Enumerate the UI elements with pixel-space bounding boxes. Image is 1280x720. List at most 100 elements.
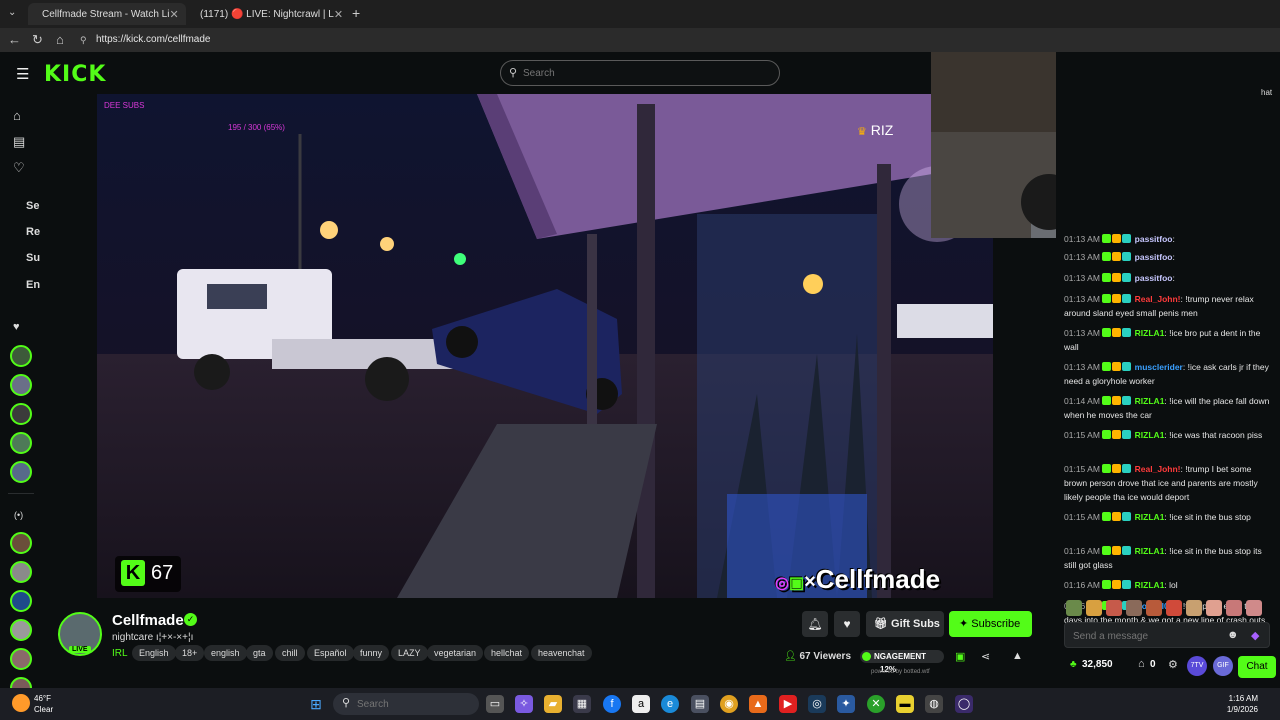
emote-icon[interactable] (1186, 600, 1202, 616)
share-icon[interactable]: ⋖ (981, 650, 990, 663)
chat-username[interactable]: passitfoo (1135, 234, 1173, 244)
taskbar-search-input[interactable] (357, 697, 467, 711)
channel-points-value[interactable]: 32,850 (1082, 659, 1113, 670)
microsoft-store-icon[interactable]: ▦ (573, 695, 591, 713)
youtube-icon[interactable]: ▶ (779, 695, 797, 713)
task-view-icon[interactable]: ▭ (486, 695, 504, 713)
followed-channel-avatar[interactable] (10, 374, 32, 396)
edge-browser-icon[interactable]: e (661, 695, 679, 713)
reload-icon[interactable]: ↻ (32, 32, 43, 48)
chat-send-button[interactable]: Chat (1238, 656, 1276, 678)
kick-logo[interactable]: KICK (44, 62, 106, 87)
bank-icon[interactable]: ⌂ (1138, 658, 1145, 670)
close-tab-icon[interactable]: ✕ (169, 8, 178, 21)
chat-message-input[interactable] (1073, 628, 1223, 644)
weather-widget[interactable]: 46°F Clear (34, 693, 53, 715)
emote-icon[interactable] (1086, 600, 1102, 616)
back-arrow-icon[interactable]: ← (8, 32, 21, 47)
tab-list-chevron-icon[interactable]: ⌄ (8, 7, 16, 18)
vlc-icon[interactable]: ▲ (749, 695, 767, 713)
recommended-channel-avatar[interactable] (10, 532, 32, 554)
search-box[interactable]: ⚲ (500, 60, 780, 86)
recommended-channel-avatar[interactable] (10, 619, 32, 641)
following-heart-icon[interactable]: ♡ (13, 160, 25, 176)
copilot-icon[interactable]: ✧ (515, 695, 533, 713)
chat-username[interactable]: Real_John! (1135, 464, 1181, 474)
stream-tag[interactable]: gta (246, 645, 273, 661)
hamburger-menu-icon[interactable]: ☰ (16, 65, 29, 83)
report-flag-icon[interactable]: ▲ (1012, 650, 1023, 662)
emote-icon[interactable] (1166, 600, 1182, 616)
xbox-icon[interactable]: ✕ (867, 695, 885, 713)
stream-tag[interactable]: 18+ (175, 645, 205, 661)
amazon-icon[interactable]: a (632, 695, 650, 713)
stream-tag[interactable]: vegetarian (427, 645, 484, 661)
stream-tag[interactable]: LAZY (391, 645, 428, 661)
tab-youtube[interactable]: (1171) 🔴 LIVE: Nightcrawl | L ✕ (186, 3, 344, 25)
emote-icon[interactable] (1206, 600, 1222, 616)
followed-channel-avatar[interactable] (10, 345, 32, 367)
facebook-icon[interactable]: f (603, 695, 621, 713)
stream-category-link[interactable]: IRL (112, 648, 128, 659)
recommended-channel-avatar[interactable] (10, 561, 32, 583)
chat-username[interactable]: RIZLA1 (1135, 430, 1165, 440)
tab-kick[interactable]: Cellfmade Stream - Watch Li ✕ (28, 3, 186, 25)
file-explorer-icon[interactable]: ▰ (544, 695, 562, 713)
emoji-picker-icon[interactable]: ☻ (1227, 629, 1239, 641)
followed-channel-avatar[interactable] (10, 432, 32, 454)
emote-icon[interactable] (1246, 600, 1262, 616)
settings-gear-icon[interactable]: ⚙ (1168, 658, 1178, 671)
close-tab-icon[interactable]: ✕ (334, 8, 343, 21)
notification-bell-button[interactable]: 🔔︎ (802, 611, 828, 637)
stream-tag[interactable]: chill (275, 645, 305, 661)
clip-icon[interactable]: ▣ (955, 650, 965, 663)
url-field[interactable]: https://kick.com/cellfmade (96, 34, 210, 45)
video-player[interactable]: DEE SUBS 195 / 300 (65%) ♛ RIZ (97, 94, 993, 598)
chat-username[interactable]: RIZLA1 (1135, 396, 1165, 406)
gif-extension-icon[interactable]: GIF (1213, 656, 1233, 676)
subscribe-button[interactable]: ✦ Subscribe (949, 611, 1032, 637)
chat-username[interactable]: RIZLA1 (1135, 546, 1165, 556)
extension-icon[interactable]: ◆ (1251, 629, 1259, 642)
recommended-channel-avatar[interactable] (10, 648, 32, 670)
stream-tag[interactable]: english (204, 645, 247, 661)
windows-start-icon[interactable]: ⊞ (307, 695, 325, 713)
system-clock[interactable]: 1:16 AM 1/9/2026 (1218, 693, 1258, 715)
steam-icon[interactable]: ◎ (808, 695, 826, 713)
sticky-notes-icon[interactable]: ▬ (896, 695, 914, 713)
new-tab-button[interactable]: + (352, 5, 360, 21)
stream-tag[interactable]: hellchat (484, 645, 530, 661)
chat-username[interactable]: RIZLA1 (1135, 328, 1165, 338)
7tv-extension-icon[interactable]: 7TV (1187, 656, 1207, 676)
follow-heart-button[interactable]: ♥ (834, 611, 860, 637)
site-info-icon[interactable]: ⚲ (80, 35, 87, 46)
stream-tag[interactable]: English (132, 645, 176, 661)
browse-icon[interactable]: ▤ (13, 134, 25, 150)
chrome-icon[interactable]: ◉ (720, 695, 738, 713)
channel-name[interactable]: Cellfmade (112, 612, 184, 629)
chat-username[interactable]: RIZLA1 (1135, 512, 1165, 522)
home-icon[interactable]: ⌂ (56, 32, 64, 47)
obs-icon[interactable]: ◍ (925, 695, 943, 713)
emote-icon[interactable] (1106, 600, 1122, 616)
chat-username[interactable]: RIZLA1 (1135, 580, 1165, 590)
stream-tag[interactable]: Español (307, 645, 354, 661)
gift-subs-button[interactable]: 🎁︎ Gift Subs (866, 611, 944, 637)
calculator-icon[interactable]: ▤ (691, 695, 709, 713)
weather-icon[interactable] (12, 694, 30, 712)
chat-username[interactable]: musclerider (1135, 362, 1183, 372)
home-icon[interactable]: ⌂ (13, 108, 21, 123)
stream-tag[interactable]: heavenchat (531, 645, 592, 661)
chat-username[interactable]: passitfoo (1135, 273, 1173, 283)
search-input[interactable] (523, 65, 763, 81)
followed-channel-avatar[interactable] (10, 461, 32, 483)
chat-username[interactable]: Real_John! (1135, 294, 1181, 304)
chat-username[interactable]: passitfoo (1135, 252, 1173, 262)
emote-icon[interactable] (1226, 600, 1242, 616)
emote-icon[interactable] (1066, 600, 1082, 616)
app-icon[interactable]: ◯ (955, 695, 973, 713)
recommended-channel-avatar[interactable] (10, 590, 32, 612)
app-icon[interactable]: ✦ (837, 695, 855, 713)
taskbar-search-box[interactable]: ⚲ (333, 693, 479, 715)
emote-icon[interactable] (1146, 600, 1162, 616)
